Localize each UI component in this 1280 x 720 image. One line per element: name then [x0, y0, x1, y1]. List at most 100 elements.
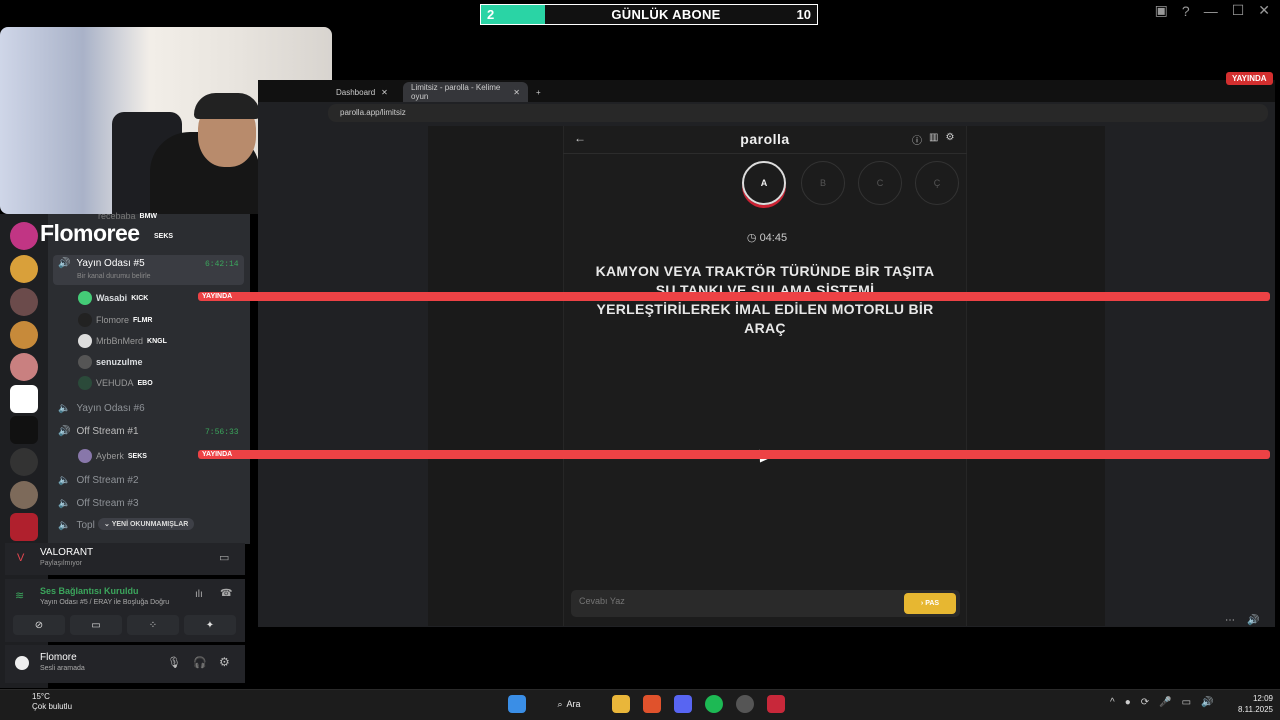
notification-icon[interactable]: ▣ — [1155, 2, 1168, 19]
answer-input[interactable] — [579, 596, 879, 606]
tab-label: Limitsiz - parolla - Kelime oyun — [411, 83, 501, 101]
timer: ◷ 04:45 — [720, 231, 814, 244]
new-tab-icon[interactable]: + — [528, 82, 549, 102]
server-icon[interactable] — [10, 222, 38, 250]
disconnect-icon[interactable]: ☎ — [220, 588, 232, 599]
tab-dashboard[interactable]: Dashboard ✕ — [328, 82, 403, 102]
letter-circle-b: B — [801, 161, 845, 205]
tab-close-icon[interactable]: ✕ — [381, 88, 388, 97]
list-item[interactable]: SEKS — [154, 233, 173, 240]
server-icon[interactable] — [10, 255, 38, 283]
voice-user[interactable]: senuzulme — [78, 355, 143, 369]
server-icon[interactable] — [10, 481, 38, 509]
live-badge: YAYINDA — [1226, 72, 1273, 85]
mic-icon[interactable]: 🎤 — [1159, 697, 1171, 708]
close-icon[interactable]: ✕ — [1258, 2, 1270, 19]
channel-off-stream-2[interactable]: 🔈 Off Stream #2 — [58, 475, 139, 486]
camera-button[interactable]: ⊘ — [13, 615, 65, 635]
search-button[interactable]: ⌕ Ara — [539, 694, 599, 714]
chevron-down-icon: ⌄ — [104, 521, 112, 528]
info-icon[interactable]: ⓘ — [912, 132, 922, 147]
server-icon[interactable] — [10, 385, 38, 413]
settings-icon[interactable]: ⚙ — [945, 132, 954, 147]
channel-topl[interactable]: 🔈 Topl — [58, 520, 95, 531]
activity-status: Paylaşılmıyor — [40, 560, 83, 567]
weather-widget[interactable]: 15°C Çok bulutlu — [12, 692, 72, 712]
voice-user[interactable]: Wasabi KICK — [78, 291, 148, 305]
windows-start-icon[interactable] — [508, 695, 526, 713]
voice-detail: Yayın Odası #5 / ERAY ile Boşluğa Doğru — [40, 599, 170, 606]
live-badge: YAYINDA — [198, 292, 1270, 301]
server-icon[interactable] — [10, 513, 38, 541]
address-bar[interactable]: parolla.app/limitsiz — [328, 104, 1268, 122]
tab-parolla[interactable]: Limitsiz - parolla - Kelime oyun ✕ — [403, 82, 528, 102]
valorant-icon: V — [17, 552, 25, 564]
server-icon[interactable] — [10, 353, 38, 381]
unread-pill[interactable]: ⌄ YENİ OKUNMAMIŞLAR — [98, 518, 195, 530]
letter-circle-a: A — [742, 161, 786, 205]
minimize-icon[interactable]: — — [1204, 3, 1218, 19]
display-icon[interactable]: ▭ — [1182, 697, 1191, 708]
user-panel: Flomore Sesli aramada 🎙 🎧 ⚙ — [5, 645, 245, 683]
valorant-icon[interactable] — [767, 695, 785, 713]
channel-off-stream-1[interactable]: 🔊 Off Stream #1 — [58, 426, 139, 437]
voice-user[interactable]: Flomore FLMR — [78, 313, 152, 327]
server-icon[interactable] — [10, 416, 38, 444]
server-name: Flomoree — [40, 220, 140, 246]
screen-share-icon[interactable]: ▭ — [219, 551, 229, 564]
file-explorer-icon[interactable] — [612, 695, 630, 713]
channel-status[interactable]: Bir kanal durumu belirle — [77, 273, 151, 280]
avatar — [78, 449, 92, 463]
more-icon[interactable]: ⋯ — [1225, 615, 1235, 626]
daily-sub-goal-bar: 2 GÜNLÜK ABONE 10 — [480, 4, 818, 25]
tray-app-icon[interactable]: ● — [1125, 697, 1131, 708]
stats-icon[interactable]: ▥ — [929, 132, 938, 147]
time: 12:09 — [1252, 694, 1273, 703]
noise-icon[interactable]: ılı — [195, 589, 203, 600]
maximize-icon[interactable]: ☐ — [1232, 2, 1245, 19]
server-icon[interactable] — [10, 448, 38, 476]
avatar — [78, 334, 92, 348]
signal-icon[interactable]: ≋ — [15, 589, 24, 602]
soundboard-button[interactable]: ✦ — [184, 615, 236, 635]
avatar[interactable] — [15, 656, 29, 670]
activities-button[interactable]: ⁘ — [127, 615, 179, 635]
discord-icon[interactable] — [674, 695, 692, 713]
activity-panel: V VALORANT Paylaşılmıyor ▭ — [5, 543, 245, 575]
help-icon[interactable]: ? — [1182, 3, 1190, 19]
speaker-icon: 🔈 — [58, 475, 71, 486]
chevron-up-icon[interactable]: ^ — [1110, 697, 1115, 708]
spotify-icon[interactable] — [705, 695, 723, 713]
back-arrow-icon[interactable]: ← — [574, 131, 586, 145]
server-icon[interactable] — [10, 288, 38, 316]
camera-off-icon: ⊘ — [34, 619, 44, 631]
channel-yayin-odasi-5[interactable]: 🔊 Yayın Odası #5 — [58, 258, 145, 269]
brave-icon[interactable] — [643, 695, 661, 713]
pass-button[interactable]: › PAS — [904, 593, 956, 614]
channel-off-stream-3[interactable]: 🔈 Off Stream #3 — [58, 498, 139, 509]
share-screen-button[interactable]: ▭ — [70, 615, 122, 635]
gear-icon[interactable]: ⚙ — [219, 655, 230, 669]
window-controls: ▣ ? — ☐ ✕ — [1155, 2, 1270, 19]
tab-close-icon[interactable]: ✕ — [513, 88, 520, 97]
voice-user[interactable]: MrbBnMerd KNGL — [78, 334, 167, 348]
voice-user[interactable]: VEHUDA EBO — [78, 376, 153, 390]
activity-game: VALORANT — [40, 547, 94, 558]
search-icon: ⌕ — [557, 698, 563, 709]
clock[interactable]: 12:09 8.11.2025 — [1228, 693, 1273, 715]
sync-icon[interactable]: ⟳ — [1141, 697, 1149, 708]
volume-icon[interactable]: 🔊 — [1247, 615, 1259, 626]
channel-yayin-odasi-6[interactable]: 🔈 Yayın Odası #6 — [58, 403, 145, 414]
sub-goal-target: 10 — [796, 7, 811, 22]
player-controls: ⋯ 🔊 — [1225, 615, 1259, 626]
voice-status[interactable]: Ses Bağlantısı Kuruldu — [40, 586, 139, 596]
headphones-icon[interactable]: 🎧 — [193, 656, 207, 669]
screen-icon: ▭ — [91, 619, 101, 631]
voice-user[interactable]: Ayberk SEKS — [78, 449, 147, 463]
header-icons: ⓘ ▥ ⚙ — [912, 132, 954, 147]
server-icon[interactable] — [10, 321, 38, 349]
clock-icon: ◷ — [746, 232, 760, 244]
volume-icon[interactable]: 🔊 — [1201, 697, 1213, 708]
mic-icon[interactable]: 🎙 — [167, 656, 181, 669]
app-icon[interactable] — [736, 695, 754, 713]
